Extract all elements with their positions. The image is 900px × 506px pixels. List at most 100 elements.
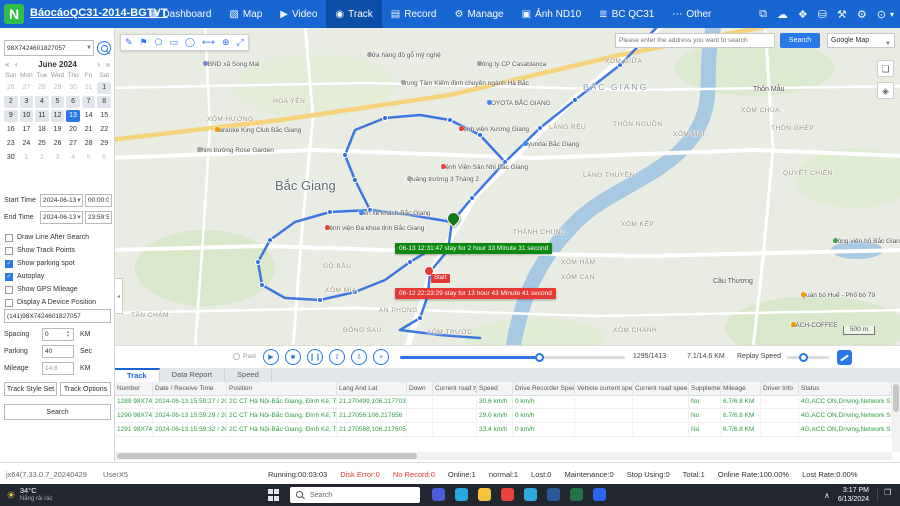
- start-button[interactable]: [268, 489, 280, 501]
- calendar-day[interactable]: 5: [51, 96, 65, 108]
- device-search-combo[interactable]: [4, 40, 94, 56]
- checkbox-box-icon[interactable]: [5, 234, 13, 242]
- prev-month-icon[interactable]: ‹: [15, 58, 18, 71]
- spacing-spinner[interactable]: ▲▼: [66, 330, 70, 338]
- checkbox-show-track-points[interactable]: Show Track Points: [5, 244, 75, 257]
- taskbar-search[interactable]: Search: [290, 487, 420, 503]
- replay-speed-track[interactable]: [787, 356, 829, 359]
- replay-speed-handle[interactable]: [799, 353, 808, 362]
- taskbar-clock[interactable]: 3:17 PM 6/13/2024: [838, 486, 869, 504]
- calendar-day[interactable]: 23: [4, 138, 18, 150]
- tab-data-report[interactable]: Data Report: [160, 368, 225, 382]
- zalo-icon[interactable]: [593, 488, 606, 501]
- calendar-day[interactable]: 15: [97, 110, 111, 122]
- calendar-day[interactable]: 22: [97, 124, 111, 136]
- calendar-day[interactable]: 24: [20, 138, 34, 150]
- prev-year-icon[interactable]: «: [5, 58, 9, 71]
- circle-icon[interactable]: ◯: [185, 35, 195, 50]
- device-search-icon[interactable]: [97, 41, 111, 55]
- start-clock-input[interactable]: [85, 194, 112, 207]
- flag-icon[interactable]: ⚑: [140, 35, 148, 50]
- weather-widget[interactable]: ☀ 34°C Nắng rải rác: [6, 486, 53, 504]
- calendar-day[interactable]: 28: [35, 82, 49, 94]
- download-button[interactable]: ⇩: [351, 349, 367, 365]
- calendar-day[interactable]: 28: [82, 138, 96, 150]
- end-clock-input[interactable]: [85, 211, 112, 224]
- calendar-day[interactable]: 19: [51, 124, 65, 136]
- tray-expand-icon[interactable]: ∧: [824, 491, 830, 500]
- calendar-day[interactable]: 29: [97, 138, 111, 150]
- sidebar-collapse-handle[interactable]: ◂: [115, 278, 123, 314]
- calendar-day[interactable]: 2: [35, 152, 49, 164]
- calendar-day[interactable]: 30: [66, 82, 80, 94]
- start-date-caret-icon[interactable]: ▼: [76, 198, 82, 204]
- add-button[interactable]: +: [373, 349, 389, 365]
- calendar-day[interactable]: 7: [82, 96, 96, 108]
- rectangle-icon[interactable]: ▭: [169, 35, 178, 50]
- calendar-day[interactable]: 10: [20, 110, 34, 122]
- map-canvas[interactable]: UBND xã Song MaiCửa hàng đồ gỗ mỹ nghệCô…: [115, 28, 900, 345]
- calendar-day[interactable]: 18: [35, 124, 49, 136]
- vscroll-thumb[interactable]: [893, 384, 899, 412]
- next-year-icon[interactable]: »: [106, 58, 110, 71]
- edge-icon[interactable]: [455, 488, 468, 501]
- end-date-caret-icon[interactable]: ▼: [76, 215, 82, 221]
- table-row[interactable]: 1290 98X742462024-06-13 15:59:29 / 202C …: [115, 409, 892, 423]
- nav-item-video[interactable]: ▶Video: [271, 0, 326, 28]
- nav-item-dashboard[interactable]: ▦Dashboard: [140, 0, 220, 28]
- calendar-day[interactable]: 3: [20, 96, 34, 108]
- cloud-icon[interactable]: ☁: [777, 8, 788, 21]
- nav-item-manage[interactable]: ⚙Manage: [445, 0, 512, 28]
- checkbox-box-icon[interactable]: [5, 286, 13, 294]
- calendar-day[interactable]: 25: [35, 138, 49, 150]
- calendar-day[interactable]: 27: [66, 138, 80, 150]
- pause-button[interactable]: ❙❙: [307, 349, 323, 365]
- calendar-day[interactable]: 6: [66, 96, 80, 108]
- calendar-day[interactable]: 6: [97, 152, 111, 164]
- checkbox-show-gps-mileage[interactable]: Show GPS Mileage: [5, 283, 78, 296]
- calendar-day[interactable]: 12: [51, 110, 65, 122]
- excel-icon[interactable]: [570, 488, 583, 501]
- store-icon[interactable]: ⛁: [818, 8, 827, 21]
- nav-item-other[interactable]: ⋯Other: [663, 0, 720, 28]
- vertical-scrollbar[interactable]: [892, 382, 900, 452]
- user-caret-icon[interactable]: ▾: [890, 10, 894, 19]
- calendar-day[interactable]: 26: [51, 138, 65, 150]
- calendar-day[interactable]: 5: [82, 152, 96, 164]
- checkbox-display-a-device-position[interactable]: Display A Device Position: [5, 296, 96, 309]
- checkbox-draw-line-after-search[interactable]: Draw Line After Search: [5, 231, 89, 244]
- calendar-day[interactable]: 29: [51, 82, 65, 94]
- calendar-day[interactable]: 2: [4, 96, 18, 108]
- layers-button[interactable]: ❏: [877, 60, 894, 77]
- track-options-button[interactable]: Track Options: [60, 382, 111, 396]
- play-button[interactable]: ▶: [263, 349, 279, 365]
- cast-icon[interactable]: ⧉: [759, 8, 767, 21]
- calendar-day[interactable]: 17: [20, 124, 34, 136]
- gift-icon[interactable]: ❖: [798, 8, 808, 21]
- calendar-day[interactable]: 21: [82, 124, 96, 136]
- past-toggle[interactable]: Past: [233, 353, 256, 360]
- tab-speed[interactable]: Speed: [225, 368, 272, 382]
- combo-caret-icon[interactable]: ▼: [86, 45, 92, 51]
- draw-line-icon[interactable]: ✎: [125, 35, 133, 50]
- nav-item-bc-qc31[interactable]: ≣BC QC31: [590, 0, 663, 28]
- past-radio-icon[interactable]: [233, 353, 240, 360]
- map-type-select[interactable]: Google Map ▼: [827, 33, 895, 48]
- tools-icon[interactable]: ⚒: [837, 8, 847, 21]
- calendar-day[interactable]: 20: [66, 124, 80, 136]
- calendar-day[interactable]: 27: [20, 82, 34, 94]
- track-style-set-button[interactable]: Track Style Set: [4, 382, 57, 396]
- nav-item-track[interactable]: ◉Track: [326, 0, 381, 28]
- checkbox-box-icon[interactable]: ✓: [5, 273, 13, 281]
- fullscreen-icon[interactable]: ⤢: [237, 35, 244, 50]
- nav-item-map[interactable]: ▧Map: [220, 0, 271, 28]
- horizontal-scrollbar[interactable]: [115, 452, 892, 460]
- calendar-day[interactable]: 1: [20, 152, 34, 164]
- checkbox-box-icon[interactable]: [5, 247, 13, 255]
- calendar-day[interactable]: 1: [97, 82, 111, 94]
- measure-icon[interactable]: ⟷: [202, 35, 215, 50]
- folder-icon[interactable]: [478, 488, 491, 501]
- nav-item-nh-nd10[interactable]: ▣Ảnh ND10: [513, 0, 591, 28]
- calendar-day[interactable]: 4: [35, 96, 49, 108]
- checkbox-box-icon[interactable]: [5, 299, 13, 307]
